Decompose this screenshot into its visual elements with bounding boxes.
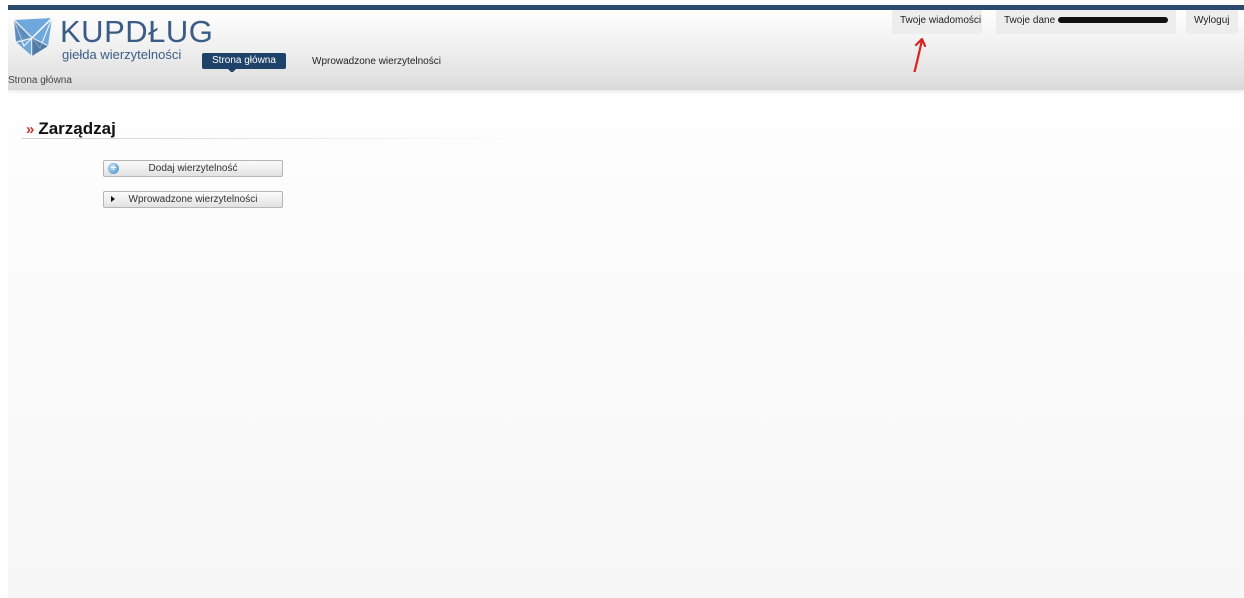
- messages-link[interactable]: Twoje wiadomości: [892, 10, 982, 34]
- plus-circle-icon: +: [108, 163, 119, 174]
- section-title: » Zarządzaj: [26, 119, 116, 139]
- logout-label: Wyloguj: [1194, 15, 1230, 26]
- nav-entered-link[interactable]: Wprowadzone wierzytelności: [312, 56, 441, 67]
- your-data-link[interactable]: Twoje dane: [996, 10, 1176, 34]
- title-divider: [22, 138, 522, 139]
- your-data-label: Twoje dane: [1004, 15, 1056, 26]
- chevron-right-icon: »: [26, 121, 35, 138]
- breadcrumb[interactable]: Strona główna: [8, 75, 72, 86]
- entered-debts-label: Wprowadzone wierzytelności: [128, 194, 258, 205]
- header: KUPDŁUG giełda wierzytelności Strona głó…: [8, 10, 1244, 76]
- add-debt-button[interactable]: + Dodaj wierzytelność: [103, 160, 283, 177]
- messages-link-label: Twoje wiadomości: [900, 15, 982, 26]
- add-debt-label: Dodaj wierzytelność: [148, 163, 238, 174]
- nav-home-tab[interactable]: Strona główna: [202, 53, 286, 73]
- logo-subtitle: giełda wierzytelności: [62, 47, 182, 62]
- logo-title: KUPDŁUG: [60, 14, 214, 49]
- entered-debts-button[interactable]: Wprowadzone wierzytelności: [103, 191, 283, 208]
- redacted-name: [1058, 17, 1169, 24]
- section-title-text: Zarządzaj: [38, 119, 116, 138]
- annotation-arrow-icon: [912, 37, 927, 76]
- app-frame: KUPDŁUG giełda wierzytelności Strona głó…: [8, 5, 1244, 598]
- logo-mark-icon: [13, 17, 53, 56]
- logo[interactable]: KUPDŁUG giełda wierzytelności: [12, 14, 213, 64]
- triangle-right-icon: [111, 196, 115, 202]
- logout-link[interactable]: Wyloguj: [1186, 10, 1238, 34]
- breadcrumb-bar: Strona główna: [8, 72, 1244, 90]
